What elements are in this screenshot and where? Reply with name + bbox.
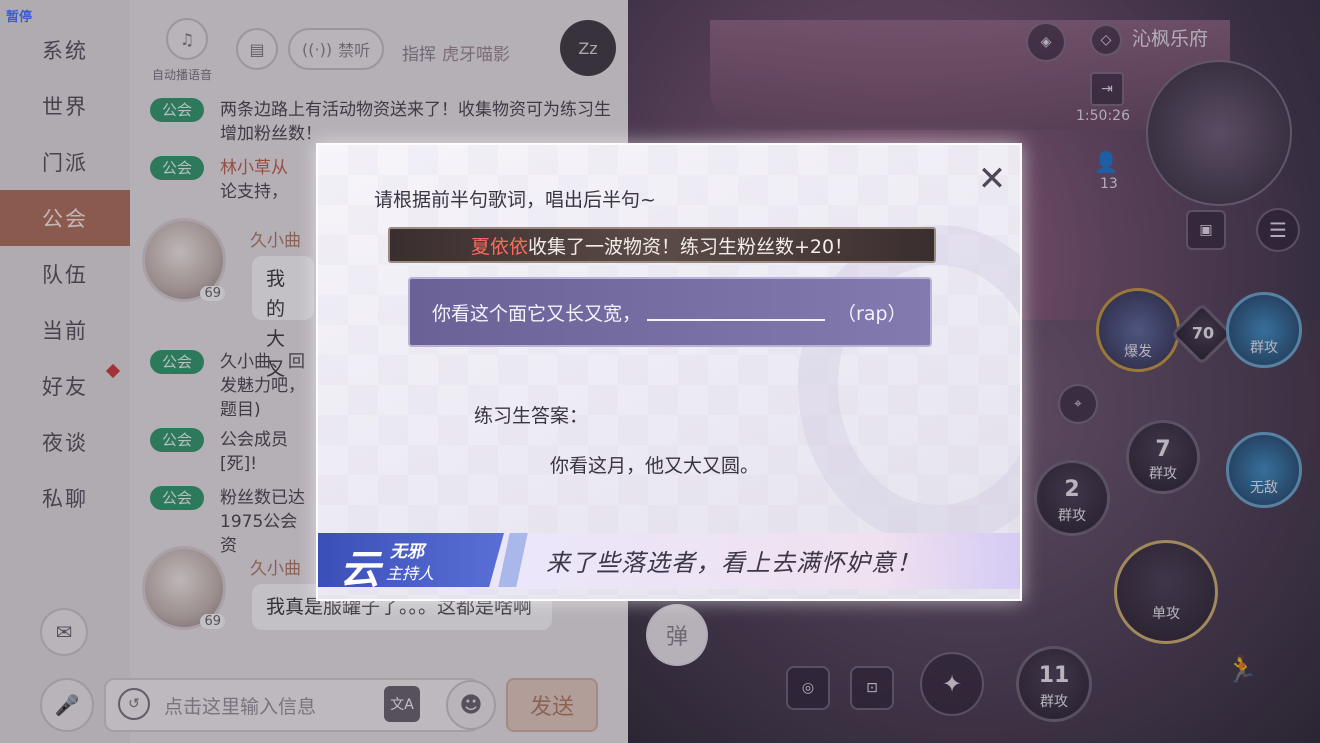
answer-text: 你看这月，他又大又圆。 — [550, 455, 760, 477]
lyric-prompt-box: 你看这个面它又长又宽， （rap） — [408, 277, 932, 347]
lyric-quiz-dialog: ✕ 请根据前半句歌词，唱出后半句~ 夏依依 收集了一波物资！练习生粉丝数+20！ … — [316, 143, 1022, 601]
lyric-prefix: 你看这个面它又长又宽， — [432, 302, 642, 325]
host-character: 云 — [340, 546, 380, 593]
host-role: 主持人 — [386, 564, 435, 583]
answer-label: 练习生答案： — [474, 405, 589, 427]
pause-label: 暂停 — [6, 10, 33, 25]
host-badge: 云 无邪 主持人 — [318, 533, 504, 587]
lyric-suffix: （rap） — [837, 302, 907, 325]
host-line: 来了些落选者，看上去满怀妒意！ — [546, 549, 921, 577]
supply-notice-banner: 夏依依 收集了一波物资！练习生粉丝数+20！ — [388, 227, 936, 263]
dialog-title: 请根据前半句歌词，唱出后半句~ — [374, 189, 656, 211]
notice-text: 收集了一波物资！练习生粉丝数+20！ — [527, 235, 854, 258]
close-icon[interactable]: ✕ — [972, 159, 1012, 199]
notice-player-name: 夏依依 — [470, 235, 528, 258]
host-name: 无邪 — [390, 542, 424, 562]
lyric-blank — [647, 303, 826, 321]
